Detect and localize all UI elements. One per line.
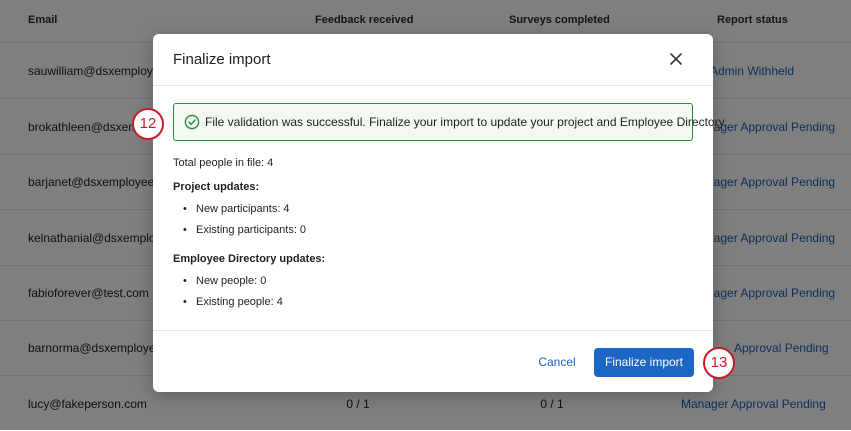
finalize-import-button[interactable]: Finalize import [594, 348, 694, 377]
dialog-footer-divider [153, 330, 713, 331]
list-item: Existing people: 4 [183, 296, 283, 308]
dialog-header: Finalize import [153, 34, 713, 86]
total-people-text: Total people in file: 4 [173, 157, 274, 169]
dialog-title: Finalize import [173, 51, 271, 68]
callout-badge: 13 [703, 347, 735, 379]
list-item: Existing participants: 0 [183, 224, 306, 236]
callout-badge: 12 [132, 108, 164, 140]
close-icon[interactable] [667, 50, 685, 68]
list-item: New participants: 4 [183, 203, 289, 215]
check-circle-icon [184, 114, 200, 130]
list-item: New people: 0 [183, 275, 266, 287]
directory-updates-heading: Employee Directory updates: [173, 253, 326, 265]
cancel-button[interactable]: Cancel [529, 352, 585, 372]
finalize-import-dialog: Finalize import File validation was succ… [153, 34, 727, 392]
success-alert: File validation was successful. Finalize… [173, 103, 727, 141]
project-updates-heading: Project updates: [173, 181, 260, 193]
alert-message: File validation was successful. Finalize… [205, 115, 728, 129]
